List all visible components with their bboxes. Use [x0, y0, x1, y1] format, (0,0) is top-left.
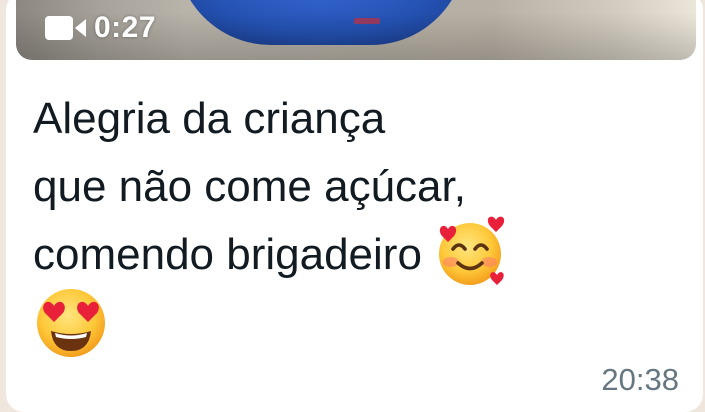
video-info: 0:27 — [44, 11, 157, 44]
caption-line-4 — [33, 289, 653, 358]
caption-line-3-text: comendo brigadeiro — [33, 230, 422, 279]
caption-line-1: Alegria da criança — [33, 94, 386, 143]
caption-line-2: que não come açúcar, — [33, 162, 466, 211]
caption-line-3: comendo brigadeiro — [33, 217, 653, 289]
heart-eyes-face-icon — [37, 289, 105, 358]
video-camera-icon — [45, 16, 86, 40]
message-timestamp: 20:38 — [601, 362, 679, 397]
smiling-face-with-hearts-icon — [438, 217, 505, 286]
message-caption: Alegria da criança que não come açúcar, … — [33, 85, 653, 358]
video-duration: 0:27 — [94, 11, 157, 44]
